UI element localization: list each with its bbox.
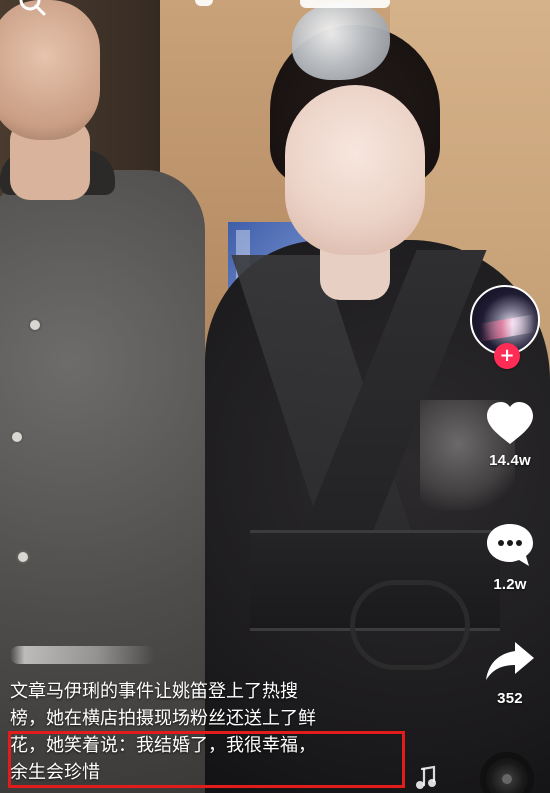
avatar-lights [480,314,534,342]
person-left-button [12,432,22,442]
music-disc-center [502,774,512,784]
share-count: 352 [497,690,523,707]
like-action[interactable]: 14.4w [470,400,550,469]
like-count: 14.4w [489,452,531,469]
heart-icon[interactable] [483,400,537,446]
video-caption: 文章马伊琍的事件让姚笛登上了热搜 榜，她在横店拍摄现场粉丝还送上了鲜 花，她笑着… [10,646,460,786]
comment-action[interactable]: 1.2w [470,520,550,593]
person-right-face [285,85,425,255]
person-left-button [30,320,40,330]
caption-line-3: 花，她笑着说：我结婚了，我很幸福， [10,735,316,756]
person-left-face [0,0,100,140]
caption-line-2: 榜，她在横店拍摄现场粉丝还送上了鲜 [10,708,316,729]
comment-icon[interactable] [483,520,537,570]
video-feed-screen: + 14.4w 1.2w 352 文章马伊琍的事件让姚笛登上了热搜 榜，她在横店… [0,0,550,793]
caption-line-1: 文章马伊琍的事件让姚笛登上了热搜 [10,681,298,702]
person-left-button [18,552,28,562]
share-icon[interactable] [482,636,538,684]
top-overlay-glyph [300,0,390,8]
plus-icon[interactable]: + [494,343,520,369]
caption-line-4: 余生会珍惜 [10,762,100,783]
person-right-hair-ornament [292,2,390,80]
music-note-icon [412,765,438,791]
comment-count: 1.2w [493,576,527,593]
search-icon[interactable] [10,0,58,18]
follow-plus-symbol: + [499,345,515,366]
share-action[interactable]: 352 [470,636,550,707]
username-redacted[interactable] [10,646,155,664]
